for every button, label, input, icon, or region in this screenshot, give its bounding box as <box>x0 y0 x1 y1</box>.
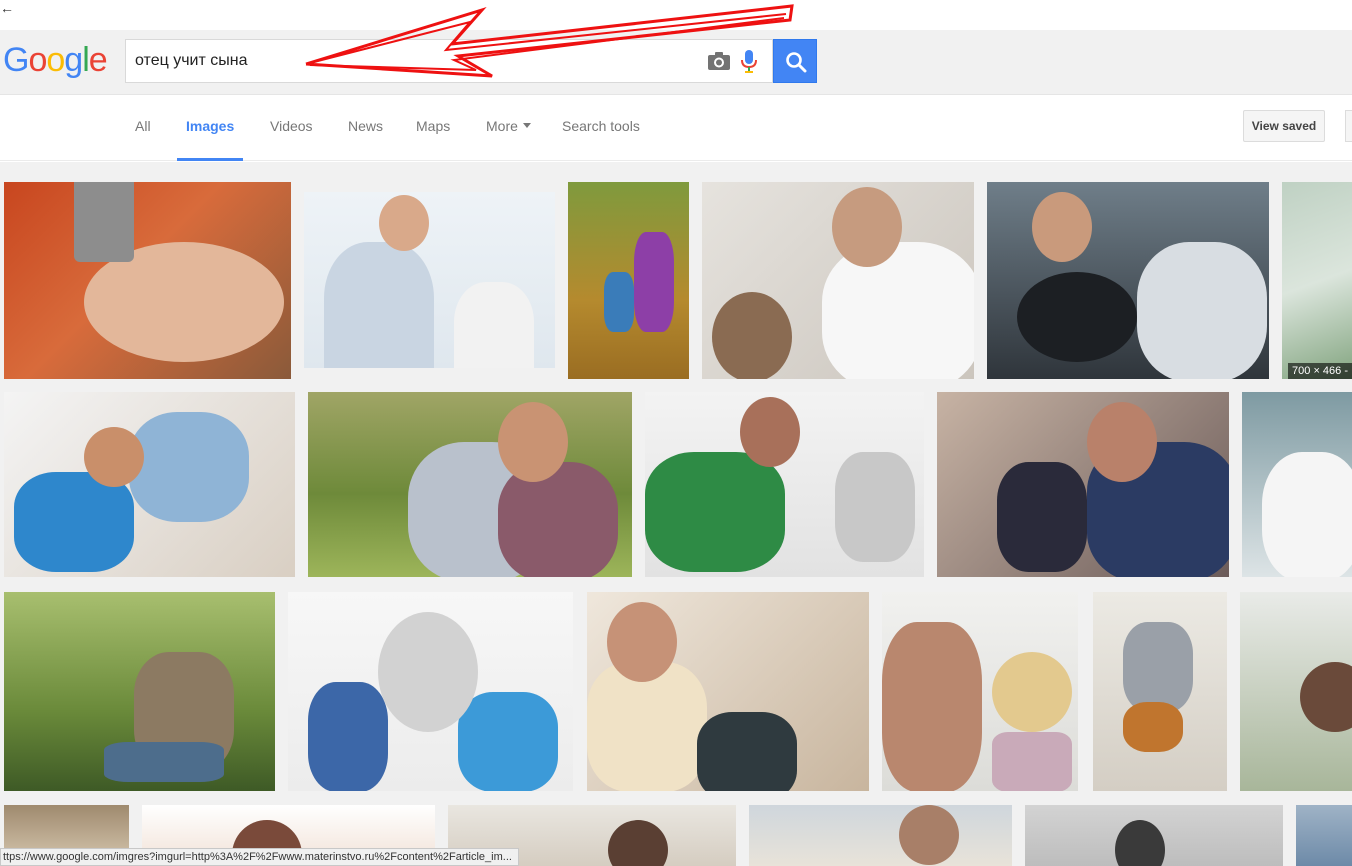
view-saved-button[interactable]: View saved <box>1243 110 1325 142</box>
search-icon <box>786 52 807 73</box>
image-result[interactable] <box>702 182 974 379</box>
image-result[interactable] <box>308 392 632 577</box>
image-dimensions-label: 700 × 466 - <box>1288 363 1352 379</box>
tab-all[interactable]: All <box>135 95 151 161</box>
tab-more[interactable]: More <box>486 95 531 161</box>
page: ← Google отец учит сына All Images Video… <box>0 0 1352 866</box>
tab-videos[interactable]: Videos <box>270 95 313 161</box>
back-arrow-icon[interactable]: ← <box>0 0 14 16</box>
camera-icon[interactable] <box>707 51 731 71</box>
image-result[interactable] <box>882 592 1078 791</box>
image-result[interactable] <box>568 182 689 379</box>
image-result[interactable] <box>4 392 295 577</box>
tab-maps[interactable]: Maps <box>416 95 450 161</box>
search-header: Google <box>0 30 1352 95</box>
image-results-grid: 700 × 466 - <box>0 162 1352 866</box>
dropdown-caret-icon <box>522 123 531 128</box>
image-result[interactable] <box>1025 805 1283 866</box>
image-result[interactable] <box>987 182 1269 379</box>
microphone-icon[interactable] <box>741 49 757 73</box>
image-result[interactable] <box>1296 805 1352 866</box>
image-result[interactable] <box>4 182 291 379</box>
search-button[interactable] <box>773 39 817 83</box>
tab-images[interactable]: Images <box>177 95 244 161</box>
browser-status-bar: ttps://www.google.com/imgres?imgurl=http… <box>0 848 519 866</box>
search-tabs: All Images Videos News Maps More Search … <box>0 95 1352 161</box>
image-result[interactable] <box>587 592 869 791</box>
image-result[interactable] <box>749 805 1012 866</box>
google-logo[interactable]: Google <box>3 40 108 80</box>
tab-more-label: More <box>486 118 518 134</box>
tab-news[interactable]: News <box>348 95 383 161</box>
image-result[interactable] <box>288 592 573 791</box>
search-box <box>125 39 773 83</box>
tab-search-tools[interactable]: Search tools <box>562 95 640 161</box>
image-result[interactable]: 700 × 466 - <box>1282 182 1352 379</box>
image-result[interactable] <box>937 392 1229 577</box>
image-result[interactable] <box>1240 592 1352 791</box>
search-input[interactable] <box>135 40 695 82</box>
image-result[interactable] <box>645 392 924 577</box>
image-result[interactable] <box>1093 592 1227 791</box>
image-result[interactable] <box>4 592 275 791</box>
settings-button[interactable] <box>1345 110 1352 142</box>
image-result[interactable] <box>304 192 555 368</box>
image-result[interactable] <box>1242 392 1352 577</box>
browser-top-strip: ← <box>0 0 1352 30</box>
